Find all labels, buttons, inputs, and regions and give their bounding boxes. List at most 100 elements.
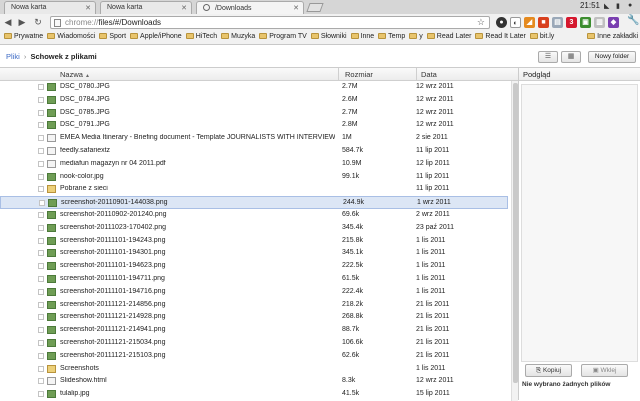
- bookmark-item[interactable]: Temp: [378, 31, 405, 40]
- row-checkbox[interactable]: [38, 237, 44, 244]
- file-row[interactable]: nook-color.jpg 99.1k 11 lip 2011: [0, 171, 508, 184]
- extension-icon[interactable]: ◐: [510, 17, 521, 28]
- extension-icon[interactable]: ◆: [608, 17, 619, 28]
- back-icon[interactable]: ◀: [2, 16, 14, 28]
- extension-icon[interactable]: 3: [566, 17, 577, 28]
- row-checkbox[interactable]: [38, 301, 44, 308]
- new-tab-button[interactable]: [306, 3, 324, 12]
- breadcrumb-root[interactable]: Pliki: [6, 52, 20, 61]
- file-row[interactable]: DSC_0784.JPG 2.6M 12 wrz 2011: [0, 94, 508, 107]
- file-row[interactable]: screenshot-20110902-201240.png 69.6k 2 wrz…: [0, 209, 508, 222]
- paste-button[interactable]: ▣ Wklej: [581, 364, 628, 377]
- row-checkbox[interactable]: [38, 96, 44, 103]
- file-row[interactable]: screenshot-20111101-194301.png 345.1k 1 li…: [0, 247, 508, 260]
- extension-icon[interactable]: ▥: [594, 17, 605, 28]
- bookmark-item[interactable]: HiTech: [185, 31, 217, 40]
- column-divider[interactable]: [338, 68, 339, 81]
- row-checkbox[interactable]: [38, 365, 44, 372]
- extension-icon[interactable]: ●: [496, 17, 507, 28]
- close-icon[interactable]: ✕: [85, 4, 91, 12]
- bookmark-star-icon[interactable]: ☆: [477, 17, 485, 28]
- file-row[interactable]: DSC_0780.JPG 2.7M 12 wrz 2011: [0, 81, 508, 94]
- file-row[interactable]: screenshot-20111101-194243.png 215.8k 1 li…: [0, 235, 508, 248]
- bookmark-item[interactable]: bit.ly: [529, 31, 554, 40]
- row-checkbox[interactable]: [38, 314, 44, 321]
- bookmark-item[interactable]: Wiadomości: [47, 31, 95, 40]
- reload-icon[interactable]: ↻: [32, 16, 44, 28]
- network-icon[interactable]: ◣: [604, 2, 609, 10]
- file-row[interactable]: Slideshow.html 8.3k 12 wrz 2011: [0, 375, 508, 388]
- column-size[interactable]: Rozmiar: [345, 70, 373, 79]
- bookmark-item[interactable]: Prywatne: [4, 31, 43, 40]
- column-divider[interactable]: [416, 68, 417, 81]
- row-checkbox[interactable]: [38, 224, 44, 231]
- file-row[interactable]: EMEA Media Itinerary - Briefing document…: [0, 132, 508, 145]
- file-row[interactable]: feedly.safariextz 584.7k 11 lip 2011: [0, 145, 508, 158]
- tab-new-2[interactable]: Nowa karta ✕: [100, 1, 192, 14]
- file-row[interactable]: screenshot-20111121-215103.png 62.6k 21 li…: [0, 350, 508, 363]
- file-row[interactable]: DSC_0785.JPG 2.7M 12 wrz 2011: [0, 107, 508, 120]
- bookmark-item[interactable]: Read It Later: [475, 31, 526, 40]
- file-row[interactable]: Pobrane z sieci 11 lip 2011: [0, 183, 508, 196]
- close-icon[interactable]: ✕: [293, 4, 299, 12]
- file-row[interactable]: Screenshots 1 lis 2011: [0, 363, 508, 376]
- row-checkbox[interactable]: [38, 84, 44, 90]
- row-checkbox[interactable]: [38, 340, 44, 346]
- extension-icon[interactable]: ◢: [524, 17, 535, 28]
- row-checkbox[interactable]: [38, 186, 44, 193]
- list-view-button[interactable]: ☰: [538, 51, 558, 63]
- breadcrumb-current[interactable]: Schowek z plikami: [30, 52, 96, 61]
- bookmark-item[interactable]: Słowniki: [310, 31, 347, 40]
- row-checkbox[interactable]: [38, 160, 44, 167]
- file-row[interactable]: screenshot-20111121-214856.png 218.2k 21 l…: [0, 299, 508, 312]
- file-row[interactable]: screenshot-20111121-214941.png 88.7k 21 li…: [0, 324, 508, 337]
- row-checkbox[interactable]: [38, 212, 44, 218]
- file-row[interactable]: tulalip.jpg 41.5k 15 lip 2011: [0, 388, 508, 401]
- bookmark-item[interactable]: Inne: [350, 31, 374, 40]
- row-checkbox[interactable]: [38, 109, 44, 116]
- extension-icon[interactable]: ■: [538, 17, 549, 28]
- bookmark-item[interactable]: Program TV: [259, 31, 307, 40]
- file-row[interactable]: screenshot-20111023-170402.png 345.4k 23 p…: [0, 222, 508, 235]
- row-checkbox[interactable]: [38, 250, 44, 257]
- row-checkbox[interactable]: [38, 263, 44, 270]
- row-checkbox[interactable]: [38, 173, 44, 180]
- address-bar[interactable]: chrome://files/#/Downloads ☆: [50, 16, 490, 29]
- tab-new-1[interactable]: Nowa karta ✕: [4, 1, 96, 14]
- file-row[interactable]: DSC_0791.JPG 2.8M 12 wrz 2011: [0, 119, 508, 132]
- bookmark-item[interactable]: Muzyka: [221, 31, 255, 40]
- wrench-icon[interactable]: 🔧: [627, 15, 639, 26]
- extension-icon[interactable]: ▤: [552, 17, 563, 28]
- column-name[interactable]: Nazwa ▲: [60, 70, 90, 79]
- row-checkbox[interactable]: [38, 327, 44, 334]
- row-checkbox[interactable]: [38, 135, 44, 142]
- bookmark-item[interactable]: Apple/iPhone: [130, 31, 182, 40]
- tab-downloads[interactable]: /Downloads ✕: [196, 1, 304, 14]
- new-folder-button[interactable]: Nowy folder: [588, 51, 636, 63]
- copy-button[interactable]: ⎘ Kopiuj: [525, 364, 572, 377]
- forward-icon[interactable]: ▶: [16, 16, 28, 28]
- row-checkbox[interactable]: [38, 391, 44, 398]
- row-checkbox[interactable]: [38, 148, 44, 154]
- battery-icon[interactable]: ▮: [616, 2, 620, 10]
- bookmark-item[interactable]: Read Later: [426, 31, 471, 40]
- row-checkbox[interactable]: [38, 378, 44, 385]
- row-checkbox[interactable]: [38, 276, 44, 282]
- column-date[interactable]: Data: [421, 70, 437, 79]
- file-row[interactable]: screenshot-20111101-194623.png 222.5k 1 li…: [0, 260, 508, 273]
- row-checkbox[interactable]: [38, 122, 44, 129]
- file-row[interactable]: screenshot-20110901-144038.png 244.9k 1 wr…: [0, 196, 508, 209]
- row-checkbox[interactable]: [38, 352, 44, 359]
- scrollbar[interactable]: [511, 81, 518, 401]
- other-bookmarks[interactable]: Inne zakładki: [587, 33, 638, 40]
- close-icon[interactable]: ✕: [181, 4, 187, 12]
- file-row[interactable]: screenshot-20111101-194716.png 222.4k 1 li…: [0, 286, 508, 299]
- user-icon[interactable]: ●: [628, 2, 632, 9]
- file-row[interactable]: screenshot-20111121-215034.png 106.6k 21 l…: [0, 337, 508, 350]
- bookmark-item[interactable]: y: [409, 31, 423, 40]
- bookmark-item[interactable]: Sport: [99, 31, 126, 40]
- file-row[interactable]: screenshot-20111121-214928.png 268.8k 21 l…: [0, 311, 508, 324]
- extension-icon[interactable]: ▣: [580, 17, 591, 28]
- row-checkbox[interactable]: [38, 288, 44, 295]
- grid-view-button[interactable]: ▦: [561, 51, 581, 63]
